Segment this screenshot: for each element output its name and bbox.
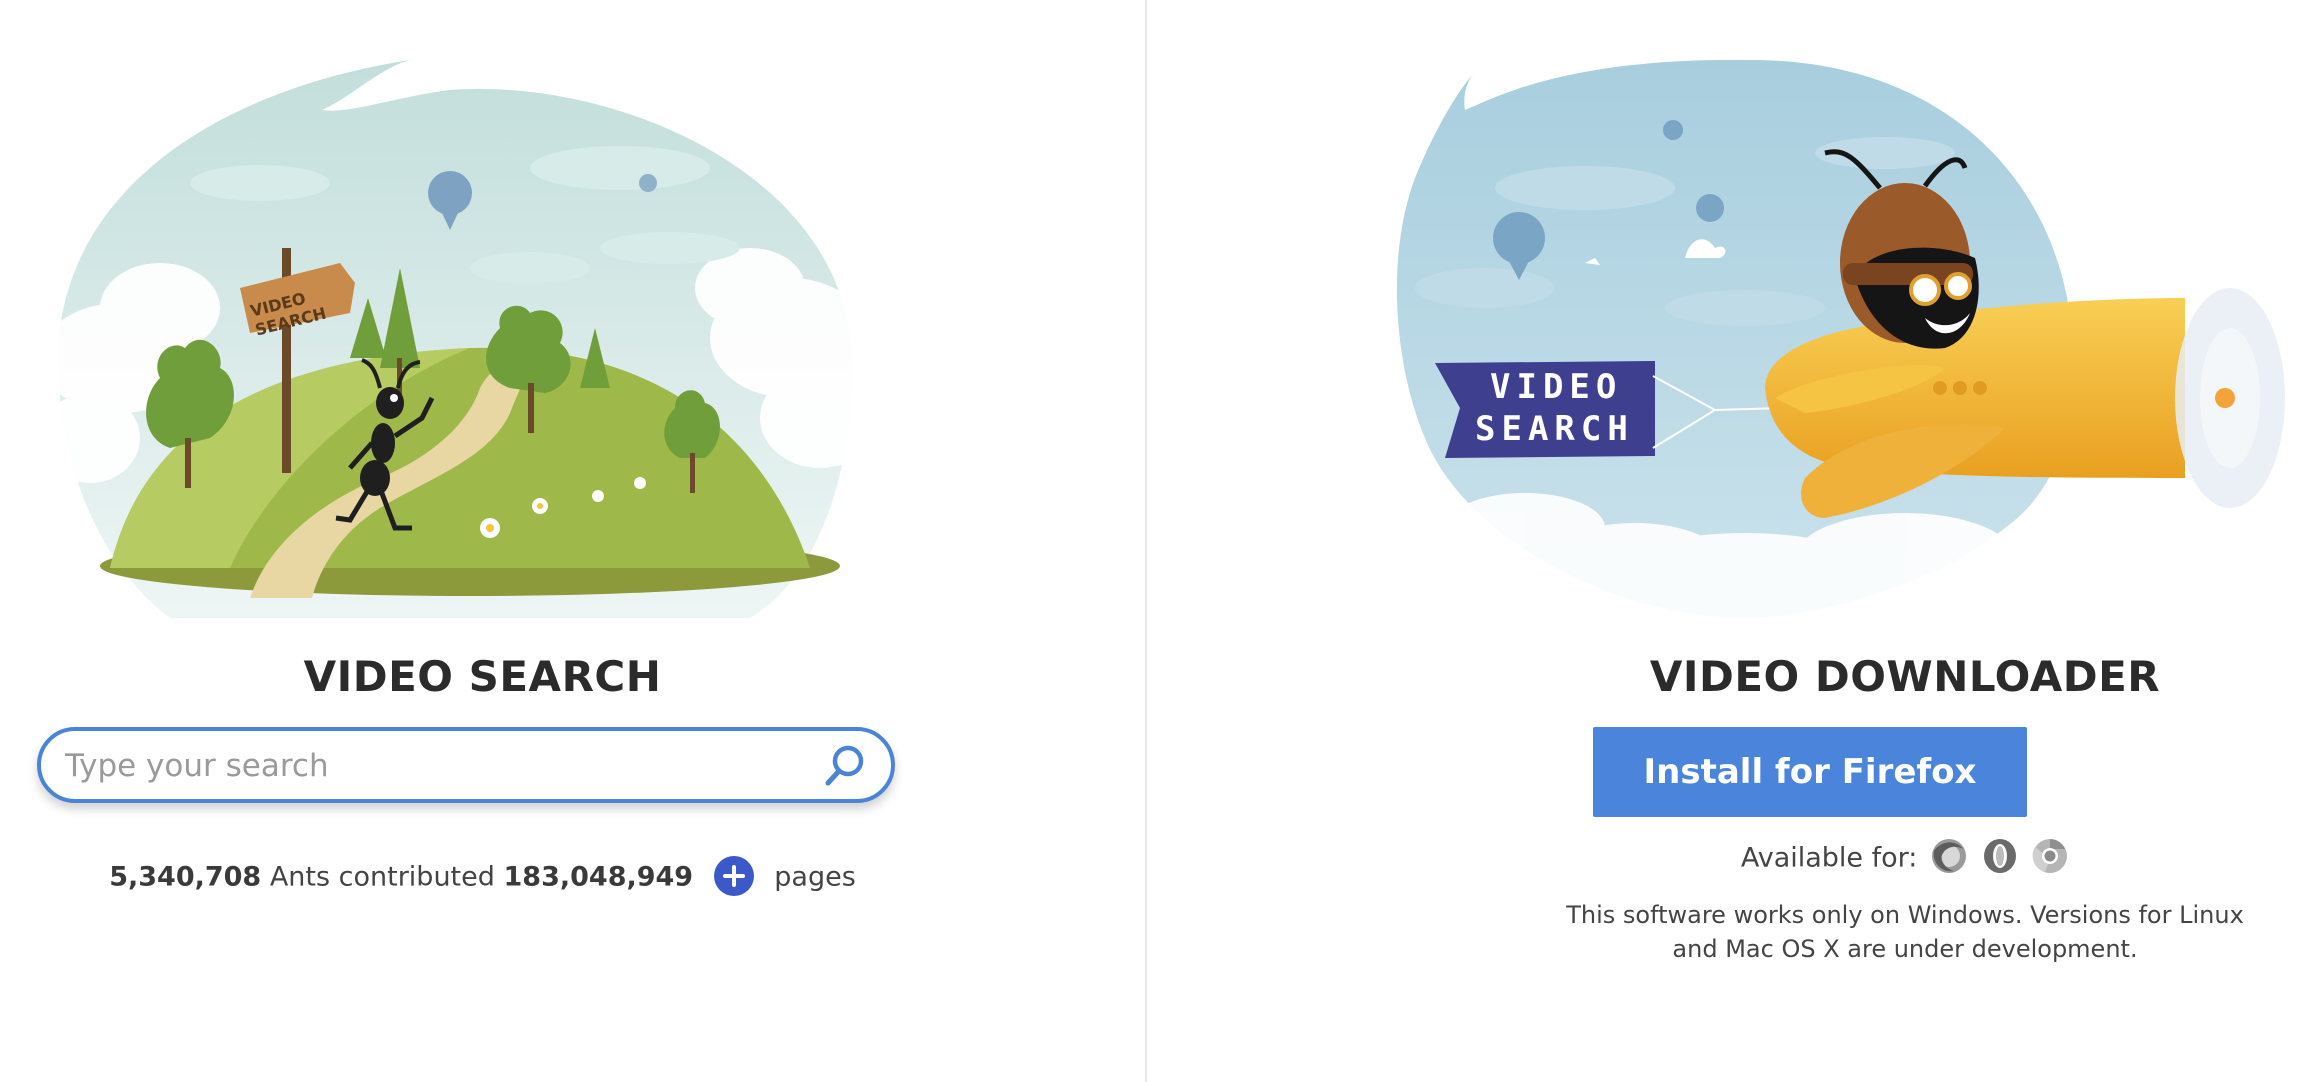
- svg-text:SEARCH: SEARCH: [1475, 409, 1634, 449]
- available-for-row: Available for:: [1147, 837, 2298, 878]
- contribution-stats: 5,340,708 Ants contributed 183,048,949 p…: [0, 856, 965, 898]
- video-downloader-title: VIDEO DOWNLOADER: [1649, 652, 2161, 701]
- svg-text:VIDEO: VIDEO: [1490, 367, 1622, 407]
- video-downloader-illustration: VIDEO SEARCH: [1396, 59, 2285, 623]
- search-icon[interactable]: [821, 742, 869, 790]
- video-search-panel: VIDEO SEARCH VIDEO SEARCH Type your sear…: [0, 0, 1145, 1082]
- opera-icon[interactable]: [1981, 837, 2019, 875]
- platform-note: This software works only on Windows. Ver…: [1147, 898, 2298, 966]
- chrome-icon[interactable]: [2031, 837, 2069, 875]
- video-search-title: VIDEO SEARCH: [303, 652, 662, 701]
- search-input[interactable]: [63, 741, 807, 791]
- pages-count: 183,048,949: [503, 861, 694, 893]
- plus-icon[interactable]: [713, 856, 754, 896]
- search-box: [37, 727, 895, 803]
- install-for-firefox-button[interactable]: Install for Firefox: [1593, 727, 2027, 817]
- firefox-icon[interactable]: [1930, 837, 1968, 875]
- platform-note-line1: This software works only on Windows. Ver…: [1566, 901, 2244, 929]
- pages-label: pages: [774, 861, 856, 893]
- ants-count: 5,340,708: [109, 861, 262, 893]
- video-search-illustration: VIDEO SEARCH: [50, 60, 870, 618]
- ants-label: Ants contributed: [269, 861, 495, 893]
- platform-note-line2: and Mac OS X are under development.: [1672, 935, 2138, 963]
- available-label: Available for:: [1740, 842, 1918, 874]
- video-downloader-panel: VIDEO SEARCH VIDEO DOWNLOADER Install fo…: [1147, 0, 2298, 1082]
